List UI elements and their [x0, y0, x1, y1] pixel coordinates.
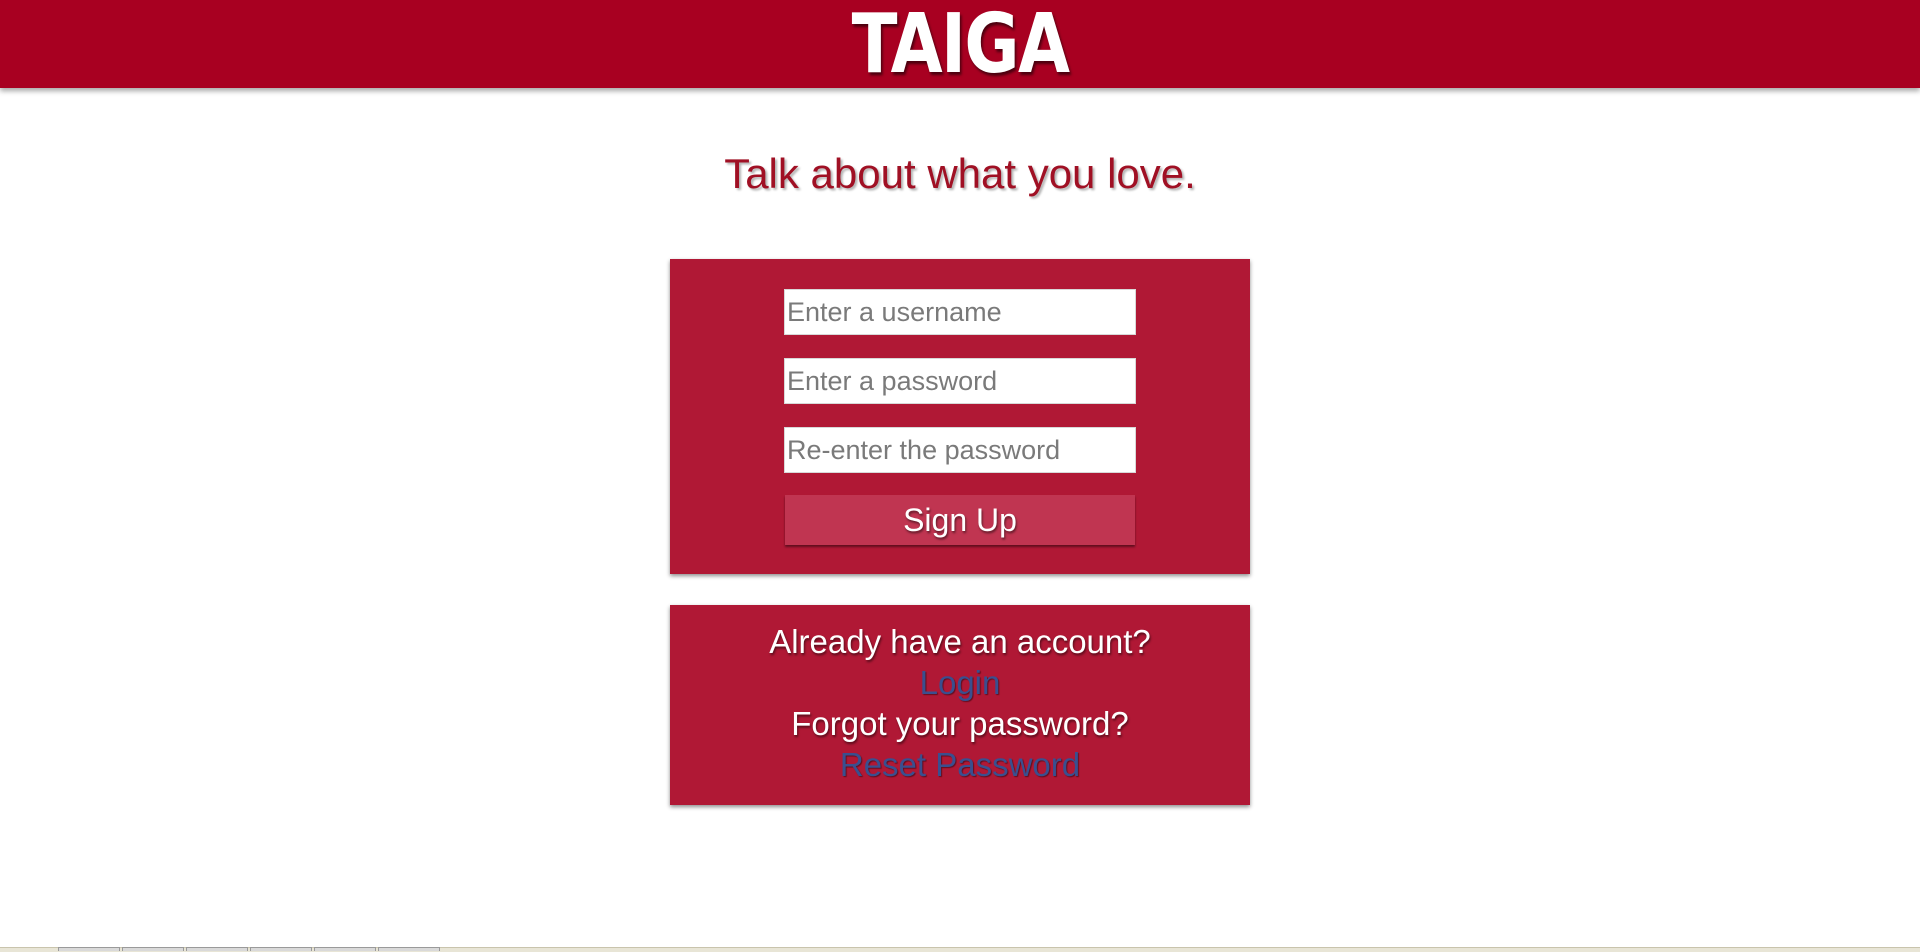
taskbar-tab[interactable] — [250, 947, 312, 951]
reset-link-row: Reset Password — [670, 744, 1250, 785]
bottom-taskbar-tabs — [58, 947, 440, 951]
taskbar-tab[interactable] — [378, 947, 440, 951]
account-links: Already have an account? Login Forgot yo… — [670, 621, 1250, 785]
password-input[interactable] — [784, 358, 1136, 404]
taiga-logo[interactable]: TAIGA — [173, 0, 1747, 90]
taskbar-tab[interactable] — [186, 947, 248, 951]
username-input[interactable] — [784, 289, 1136, 335]
forgot-password-text: Forgot your password? — [791, 705, 1129, 742]
sign-up-button[interactable]: Sign Up — [785, 495, 1135, 545]
confirm-password-input[interactable] — [784, 427, 1136, 473]
top-header-bar: TAIGA — [0, 0, 1920, 90]
reset-password-link[interactable]: Reset Password — [840, 744, 1080, 785]
taskbar-tab[interactable] — [122, 947, 184, 951]
signup-card: Sign Up — [670, 259, 1250, 574]
account-links-card: Already have an account? Login Forgot yo… — [670, 605, 1250, 805]
taskbar-tab[interactable] — [314, 947, 376, 951]
login-link[interactable]: Login — [920, 662, 1001, 703]
login-link-row: Login — [670, 662, 1250, 703]
taskbar-tab[interactable] — [58, 947, 120, 951]
have-account-text: Already have an account? — [769, 623, 1151, 660]
page-tagline: Talk about what you love. — [724, 150, 1196, 197]
